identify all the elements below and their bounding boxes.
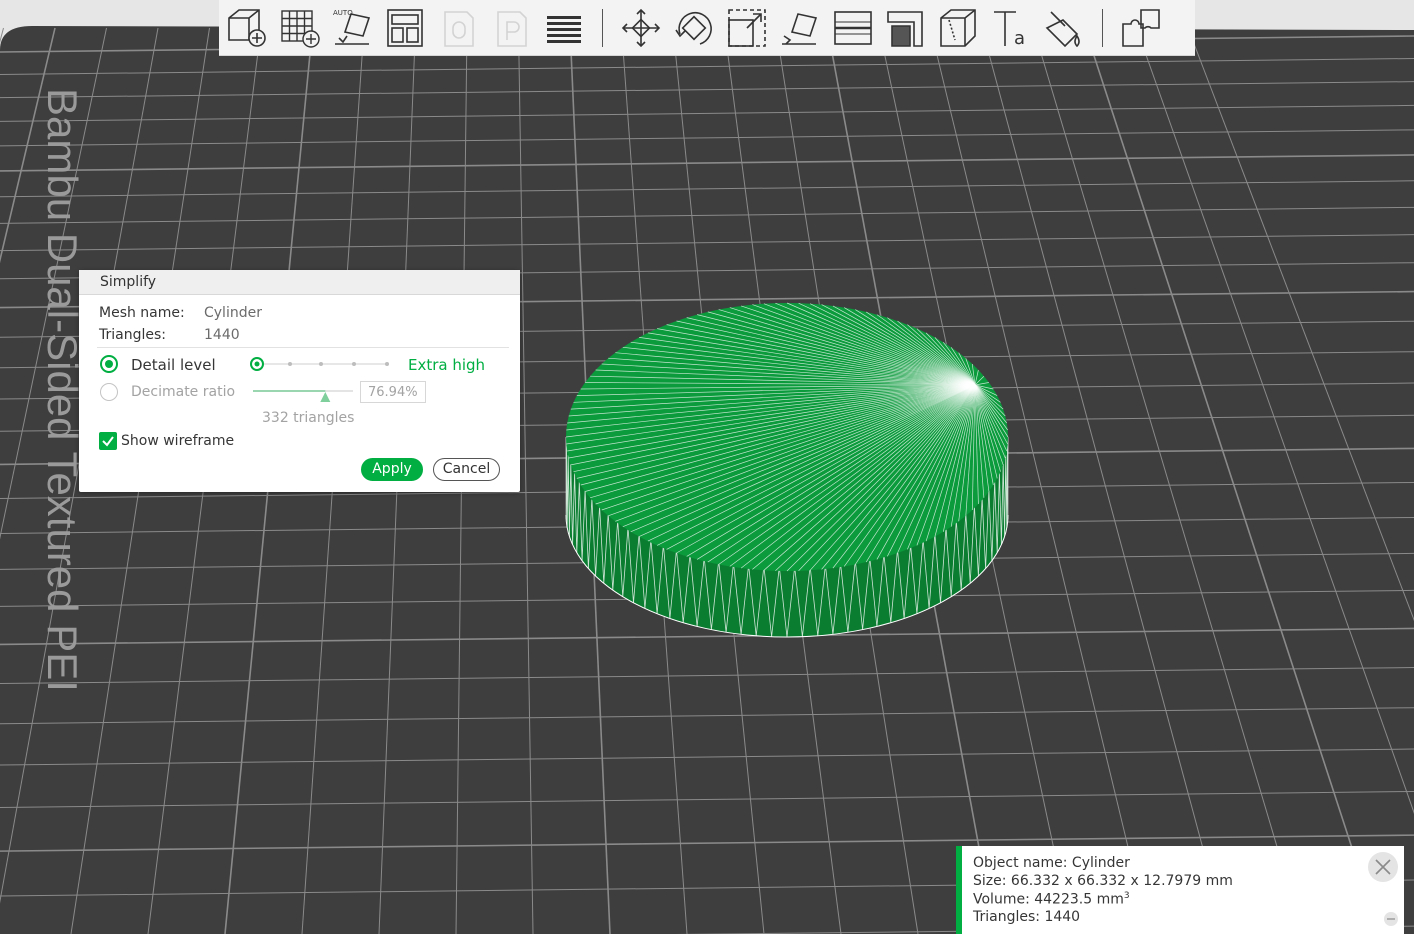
rotate-icon: [675, 11, 712, 45]
detail-level-value: Extra high: [408, 356, 486, 374]
cancel-button[interactable]: Cancel: [433, 458, 500, 481]
show-wireframe-label: Show wireframe: [121, 433, 235, 449]
split-to-objects-button[interactable]: [435, 4, 483, 52]
toolbar: AUTO a: [219, 0, 1195, 56]
simplify-panel: Simplify Mesh name: Cylinder Triangles: …: [79, 270, 520, 492]
auto-orient-button[interactable]: AUTO: [329, 4, 377, 52]
rotate-button[interactable]: [670, 4, 718, 52]
detail-level-slider[interactable]: [247, 356, 395, 372]
support-paint-icon: [887, 10, 923, 47]
object-info-panel: Object name: Cylinder Size: 66.332 x 66.…: [956, 846, 1404, 934]
cube-plus-icon: [228, 8, 266, 47]
close-info-button[interactable]: [1368, 852, 1398, 882]
add-object-button[interactable]: [223, 4, 271, 52]
result-triangles: 332 triangles: [262, 410, 355, 426]
decimate-ratio-value: 76.94%: [368, 385, 418, 400]
cut-icon: [834, 10, 872, 45]
toolbar-separator: [602, 8, 603, 47]
text-icon: a: [994, 10, 1025, 49]
triangles-value: 1440: [204, 327, 240, 343]
support-painting-button[interactable]: [882, 4, 930, 52]
decimate-ratio-radio[interactable]: [100, 383, 118, 401]
minus-icon: [1387, 918, 1395, 920]
simplify-title-bar[interactable]: Simplify: [79, 270, 520, 295]
cut-button[interactable]: [829, 4, 877, 52]
lay-on-face-button[interactable]: [776, 4, 824, 52]
mesh-name-value: Cylinder: [204, 305, 262, 321]
layers-icon: [547, 15, 581, 43]
object-size-line: Size: 66.332 x 66.332 x 12.7979 mm: [973, 873, 1233, 889]
svg-text:AUTO: AUTO: [333, 9, 353, 17]
detail-level-radio[interactable]: [100, 355, 118, 373]
collapse-info-button[interactable]: [1384, 912, 1398, 926]
object-name-line: Object name: Cylinder: [973, 855, 1130, 871]
triangles-label: Triangles:: [99, 327, 166, 343]
color-paint-icon: [1045, 10, 1080, 47]
svg-text:a: a: [1014, 28, 1025, 49]
mesh-name-label: Mesh name:: [99, 305, 185, 321]
assembly-button[interactable]: [1117, 4, 1165, 52]
decimate-ratio-label: Decimate ratio: [131, 384, 236, 400]
text-button[interactable]: a: [988, 4, 1036, 52]
move-button[interactable]: [617, 4, 665, 52]
auto-orient-icon: AUTO: [333, 9, 371, 45]
split-to-parts-button[interactable]: [488, 4, 536, 52]
panel-divider: [97, 347, 509, 348]
add-plate-button[interactable]: [276, 4, 324, 52]
close-icon: [1375, 859, 1391, 875]
scale-button[interactable]: [723, 4, 771, 52]
scale-icon: [728, 8, 766, 47]
move-arrows-icon: [621, 8, 661, 47]
arrange-button[interactable]: [382, 4, 430, 52]
decimate-ratio-input[interactable]: 76.94%: [360, 381, 426, 403]
apply-button[interactable]: Apply: [361, 458, 423, 481]
arrange-icon: [387, 8, 423, 47]
toolbar-separator: [1102, 8, 1103, 47]
decimate-ratio-slider-handle[interactable]: [320, 392, 331, 402]
split-objects-icon: [444, 10, 474, 47]
seam-paint-icon: [940, 8, 976, 47]
lay-on-face-icon: [782, 12, 818, 45]
object-volume-line: Volume: 44223.5 mm3: [973, 891, 1130, 908]
assembly-icon: [1122, 8, 1160, 47]
layers-editing-button[interactable]: [541, 4, 589, 52]
split-parts-icon: [497, 10, 527, 47]
detail-level-label: Detail level: [131, 356, 216, 374]
seam-painting-button[interactable]: [935, 4, 983, 52]
simplify-title: Simplify: [100, 274, 157, 290]
checkmark-icon: [102, 436, 114, 447]
cylinder-model[interactable]: [565, 302, 1009, 638]
object-triangles-line: Triangles: 1440: [973, 909, 1081, 925]
grid-plus-icon: [281, 9, 320, 48]
decimate-ratio-slider[interactable]: [251, 382, 355, 406]
color-painting-button[interactable]: [1041, 4, 1089, 52]
show-wireframe-checkbox[interactable]: [99, 432, 117, 450]
